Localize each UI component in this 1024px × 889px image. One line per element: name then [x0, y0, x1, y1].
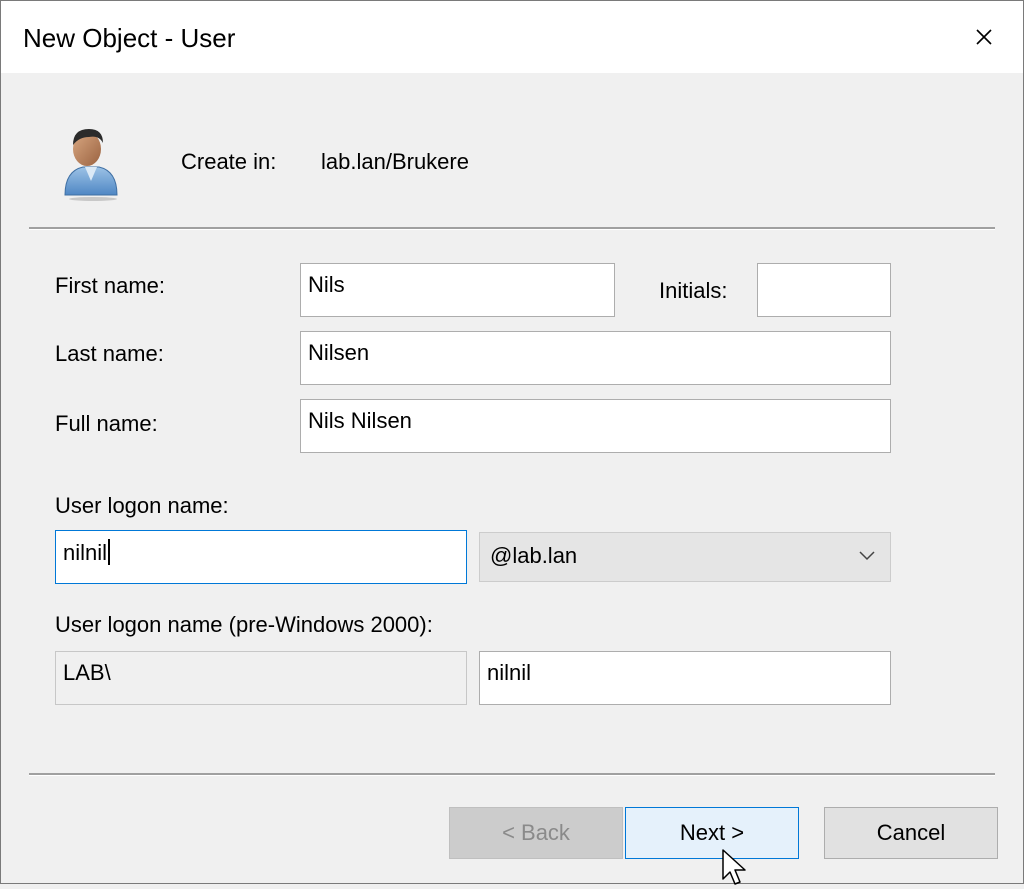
full-name-label: Full name: — [55, 411, 158, 436]
close-icon — [976, 29, 992, 45]
window-title: New Object - User — [23, 23, 236, 53]
header-separator — [29, 227, 995, 230]
cancel-button[interactable]: Cancel — [824, 807, 998, 859]
domain-suffix-dropdown[interactable]: @lab.lan — [479, 532, 891, 582]
first-name-label: First name: — [55, 273, 166, 298]
last-name-label: Last name: — [55, 341, 164, 366]
pre2000-logon-label: User logon name (pre-Windows 2000): — [55, 612, 433, 637]
pre2000-domain-value: LAB\ — [63, 660, 111, 685]
cancel-button-label: Cancel — [876, 820, 946, 845]
create-in-path: lab.lan/Brukere — [321, 149, 469, 174]
domain-suffix-value: @lab.lan — [490, 543, 578, 568]
initials-label: Initials: — [659, 278, 728, 303]
close-button[interactable] — [956, 15, 1012, 59]
pre2000-username-value: nilnil — [487, 660, 532, 685]
first-name-value: Nils — [308, 272, 345, 297]
new-object-user-dialog: New Object - User Create in: lab.lan/Bru… — [0, 0, 1024, 885]
text-caret — [108, 539, 111, 565]
pre2000-username-field[interactable]: nilnil — [479, 651, 891, 705]
full-name-field[interactable]: Nils Nilsen — [300, 399, 891, 453]
create-in-label: Create in: — [181, 149, 277, 174]
first-name-field[interactable]: Nils — [300, 263, 615, 317]
initials-field[interactable] — [757, 263, 891, 317]
user-icon — [64, 129, 118, 201]
last-name-value: Nilsen — [308, 340, 370, 365]
title-bar: New Object - User — [1, 1, 1023, 73]
pre2000-domain-field: LAB\ — [55, 651, 467, 705]
last-name-field[interactable]: Nilsen — [300, 331, 891, 385]
full-name-value: Nils Nilsen — [308, 408, 412, 433]
next-button[interactable]: Next > — [625, 807, 799, 859]
chevron-down-icon — [859, 551, 875, 561]
back-button-label: < Back — [502, 820, 570, 845]
next-button-label: Next > — [679, 820, 745, 845]
back-button[interactable]: < Back — [449, 807, 623, 859]
mouse-pointer-icon — [722, 849, 746, 885]
logon-name-field[interactable]: nilnil — [55, 530, 467, 584]
footer-separator — [29, 773, 995, 776]
logon-name-label: User logon name: — [55, 493, 229, 518]
logon-name-value: nilnil — [63, 540, 108, 565]
